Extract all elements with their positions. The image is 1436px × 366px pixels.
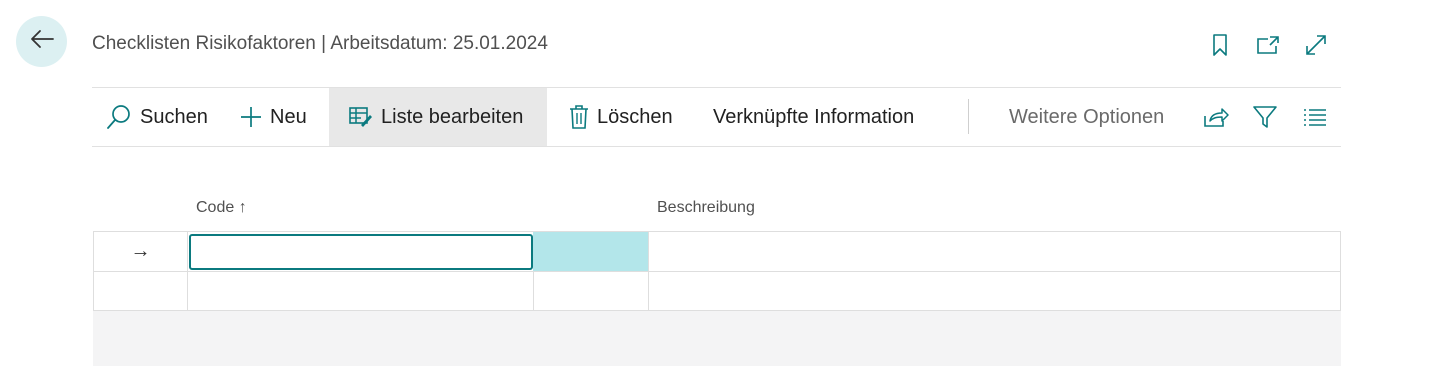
edit-list-icon — [349, 106, 373, 128]
expand-icon[interactable] — [1302, 31, 1330, 59]
row-indicator-arrow-icon: → — [93, 232, 187, 271]
share-icon — [1203, 106, 1229, 128]
column-header-description[interactable]: Beschreibung — [657, 199, 755, 217]
list-view-button[interactable] — [1303, 88, 1335, 146]
edit-list-button[interactable]: Liste bearbeiten — [329, 88, 547, 146]
selected-cell-highlight — [533, 232, 649, 271]
related-information-label: Verknüpfte Information — [713, 105, 915, 128]
column-header-code[interactable]: Code ↑ — [196, 199, 247, 217]
share-button[interactable] — [1203, 88, 1237, 146]
spacer-cell — [533, 272, 648, 311]
description-cell[interactable] — [648, 232, 1341, 271]
table-row[interactable]: → — [93, 231, 1340, 271]
more-options-button[interactable]: Weitere Optionen — [1009, 88, 1164, 146]
column-header-code-label: Code — [196, 199, 235, 216]
sort-ascending-icon: ↑ — [238, 199, 247, 216]
edit-list-label: Liste bearbeiten — [381, 105, 524, 128]
plus-icon — [240, 106, 262, 128]
description-cell[interactable] — [648, 272, 1341, 311]
code-cell[interactable] — [187, 272, 533, 311]
back-arrow-icon — [29, 29, 55, 54]
trash-icon — [569, 105, 589, 129]
row-indicator — [93, 272, 187, 311]
grid-empty-area — [93, 311, 1341, 366]
header-actions — [1206, 31, 1330, 59]
list-view-icon — [1303, 107, 1327, 127]
bookmark-icon[interactable] — [1206, 31, 1234, 59]
search-label: Suchen — [140, 105, 208, 128]
action-bar-divider — [92, 146, 1341, 147]
page-title: Checklisten Risikofaktoren | Arbeitsdatu… — [92, 33, 548, 54]
open-new-window-icon[interactable] — [1254, 31, 1282, 59]
delete-label: Löschen — [597, 105, 673, 128]
data-grid: → — [93, 231, 1341, 311]
related-information-button[interactable]: Verknüpfte Information — [713, 88, 914, 146]
search-button[interactable]: Suchen — [106, 88, 208, 146]
filter-icon — [1253, 105, 1277, 129]
more-options-label: Weitere Optionen — [1009, 105, 1165, 128]
column-header-description-label: Beschreibung — [657, 199, 755, 216]
back-button[interactable] — [16, 16, 67, 67]
action-bar: Suchen Neu Liste bearbeiten Löschen Verk… — [92, 88, 1341, 146]
delete-button[interactable]: Löschen — [569, 88, 673, 146]
code-input[interactable] — [189, 234, 533, 270]
table-row[interactable] — [93, 271, 1340, 311]
action-separator — [968, 99, 969, 134]
new-label: Neu — [270, 105, 307, 128]
search-icon — [106, 104, 132, 130]
filter-button[interactable] — [1253, 88, 1285, 146]
new-button[interactable]: Neu — [240, 88, 307, 146]
